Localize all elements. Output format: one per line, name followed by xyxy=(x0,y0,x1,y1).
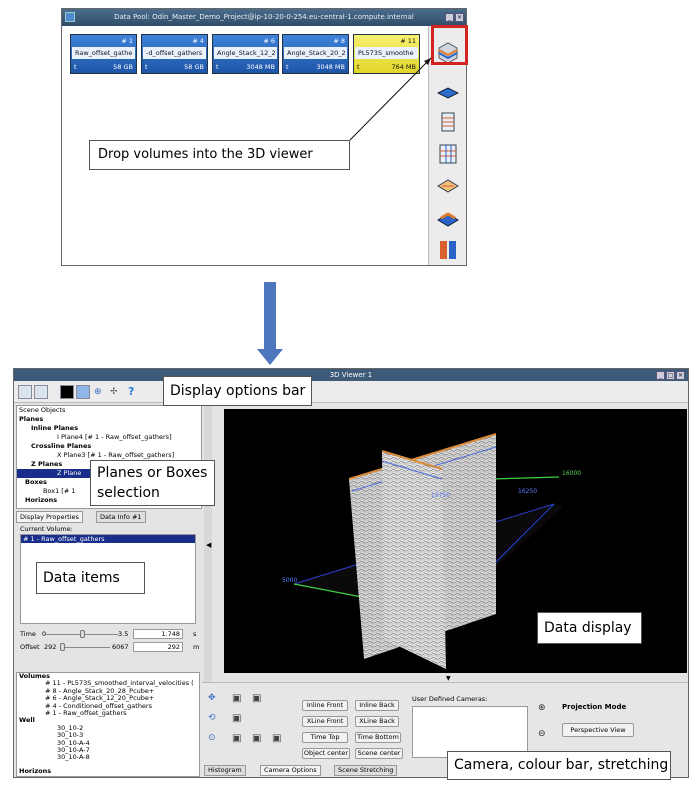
tab-scene-stretching[interactable]: Scene Stretching xyxy=(334,765,398,776)
list-item[interactable]: Well xyxy=(19,716,35,724)
minimize-icon[interactable]: _ xyxy=(656,371,665,380)
offset-min: 292 xyxy=(44,643,57,651)
current-volume-label: Current Volume: xyxy=(20,525,73,533)
list-item[interactable]: # 1 - Raw_offset_gathers xyxy=(45,709,127,717)
maximize-icon[interactable]: □ xyxy=(666,371,675,380)
close-icon[interactable]: ✕ xyxy=(676,371,685,380)
callout-planes-boxes: Planes or Boxes selection xyxy=(90,460,215,506)
callout-drop-volumes: Drop volumes into the 3D viewer xyxy=(89,140,350,170)
camera-icon[interactable] xyxy=(76,385,90,399)
axis-label: 19750 xyxy=(431,492,450,499)
offset-slider-row: Offset 292 6067 292 m xyxy=(20,642,200,652)
time-value-input[interactable]: 1.748 xyxy=(133,629,183,639)
time-max: 3.5 xyxy=(118,630,129,638)
axis-label: 5000 xyxy=(282,577,297,584)
view-cube-icon[interactable]: ▣ xyxy=(272,733,281,744)
list-item[interactable]: 30_10-A-8 xyxy=(57,753,90,761)
tab-camera-options[interactable]: Camera Options xyxy=(260,765,321,776)
layout-icon[interactable] xyxy=(18,385,32,399)
inline-front-button[interactable]: Inline Front xyxy=(302,700,348,711)
tab-data-info[interactable]: Data Info #1 xyxy=(96,511,146,523)
callout-camera: Camera, colour bar, stretching xyxy=(447,751,671,780)
split-view-icon[interactable] xyxy=(34,385,48,399)
axis-icon[interactable]: ✢ xyxy=(110,387,118,397)
view-cube-icon[interactable]: ▣ xyxy=(252,733,261,744)
view-cube-icon[interactable]: ▣ xyxy=(232,693,241,704)
tree-item[interactable]: Planes xyxy=(19,415,43,424)
zoom-icon[interactable]: ⊙ xyxy=(208,733,216,743)
tree-item[interactable]: Boxes xyxy=(25,478,47,487)
tab-display-properties[interactable]: Display Properties xyxy=(16,511,83,523)
perspective-view-button[interactable]: Perspective View xyxy=(562,723,634,737)
rotate-icon[interactable]: ⟲ xyxy=(208,713,216,723)
tree-item[interactable]: Z Planes xyxy=(31,460,62,469)
time-knob[interactable] xyxy=(80,630,85,638)
view-cube-icon[interactable]: ▣ xyxy=(232,733,241,744)
time-bottom-button[interactable]: Time Bottom xyxy=(355,732,401,743)
collapse-arrow-icon[interactable]: ◀ xyxy=(206,541,211,549)
offset-unit: m xyxy=(193,643,200,651)
tree-item[interactable]: Box1 [# 1 xyxy=(43,487,75,496)
tree-item[interactable]: Crossline Planes xyxy=(31,442,91,451)
offset-label: Offset xyxy=(20,643,40,651)
down-arrow xyxy=(264,282,276,352)
offset-knob[interactable] xyxy=(60,643,65,651)
axis-label: 16000 xyxy=(562,470,581,477)
tab-histogram[interactable]: Histogram xyxy=(204,765,246,776)
time-label: Time xyxy=(20,630,36,638)
projection-mode-label: Projection Mode xyxy=(562,703,627,711)
inline-back-button[interactable]: Inline Back xyxy=(355,700,399,711)
current-volume-item[interactable]: # 1 - Raw_offset_gathers xyxy=(21,535,195,543)
crosshair-icon[interactable]: ⊕ xyxy=(94,387,102,397)
remove-camera-icon[interactable]: ⊖ xyxy=(538,729,546,739)
time-slider-row: Time 0 3.5 1.748 s xyxy=(20,629,200,639)
offset-max: 6067 xyxy=(112,643,129,651)
xline-back-button[interactable]: XLine Back xyxy=(355,716,399,727)
list-item[interactable]: Horizons xyxy=(19,767,51,775)
inline-plane xyxy=(382,451,446,669)
object-center-button[interactable]: Object center xyxy=(302,748,350,759)
callout-data-display: Data display xyxy=(537,612,642,644)
view-cube-icon[interactable]: ▣ xyxy=(252,693,261,704)
callout-display-options: Display options bar xyxy=(163,376,312,406)
xline-front-button[interactable]: XLine Front xyxy=(302,716,348,727)
scene-objects-label: Scene Objects xyxy=(19,406,66,414)
time-top-button[interactable]: Time Top xyxy=(302,732,348,743)
user-cameras-label: User Defined Cameras: xyxy=(412,695,488,703)
down-arrow-head xyxy=(257,349,283,365)
tree-item[interactable]: Inline Planes xyxy=(31,424,78,433)
display-options-bar: ⊕ ✢ ? xyxy=(14,381,688,403)
move-icon[interactable]: ✥ xyxy=(208,693,216,703)
property-tabs: Display Properties Data Info #1 xyxy=(16,511,202,523)
expand-arrow-icon[interactable]: ▼ xyxy=(446,675,451,682)
offset-track xyxy=(60,647,110,648)
background-colour-icon[interactable] xyxy=(60,385,74,399)
data-items-tree: Volumes # 11 - PL573S_smoothed_interval_… xyxy=(16,672,200,777)
scene-center-button[interactable]: Scene center xyxy=(355,748,403,759)
help-icon[interactable]: ? xyxy=(128,385,134,398)
tree-item[interactable]: Horizons xyxy=(25,496,57,505)
callout-data-items: Data items xyxy=(36,562,145,594)
time-unit: s xyxy=(193,630,197,638)
offset-value-input[interactable]: 292 xyxy=(133,642,183,652)
add-camera-icon[interactable]: ⊕ xyxy=(538,703,546,713)
viewer-title: 3D Viewer 1 xyxy=(14,369,688,381)
axis-label: 16250 xyxy=(518,488,537,495)
view-cube-icon[interactable]: ▣ xyxy=(232,713,241,724)
tree-item[interactable]: I Plane4 [# 1 - Raw_offset_gathers] xyxy=(57,433,172,442)
tree-item[interactable]: X Plane3 [# 1 - Raw_offset_gathers] xyxy=(57,451,174,460)
